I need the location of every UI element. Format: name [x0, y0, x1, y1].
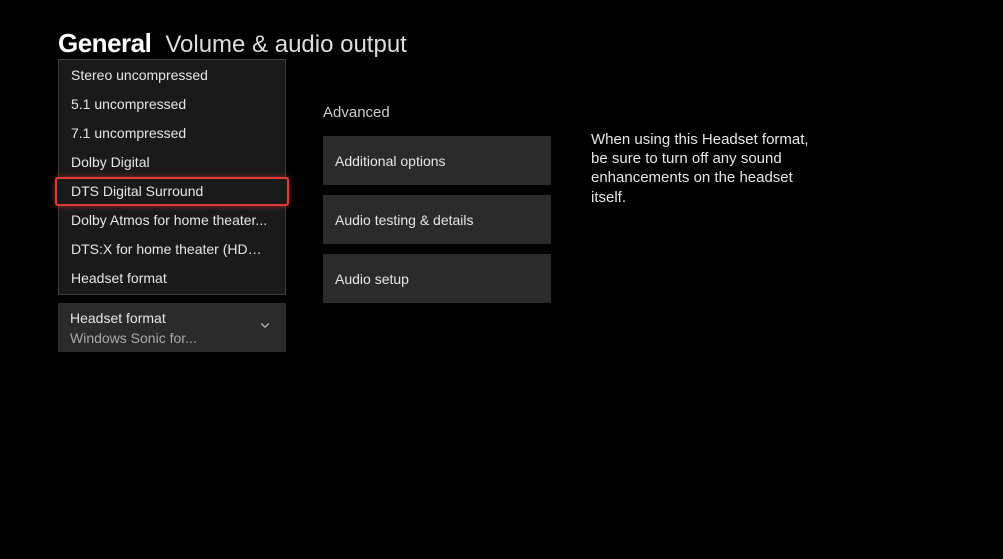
dropdown-item-headset-format[interactable]: Headset format	[59, 264, 285, 293]
hdmi-audio-dropdown[interactable]: Stereo uncompressed 5.1 uncompressed 7.1…	[58, 59, 286, 295]
dropdown-item-dts-digital-surround[interactable]: DTS Digital Surround	[55, 177, 289, 206]
header-general: General	[58, 28, 151, 59]
dropdown-item-dolby-digital[interactable]: Dolby Digital	[59, 148, 285, 177]
dropdown-item-71[interactable]: 7.1 uncompressed	[59, 119, 285, 148]
headset-format-value: Windows Sonic for...	[70, 329, 240, 346]
header-subtitle: Volume & audio output	[165, 31, 407, 59]
dropdown-item-51[interactable]: 5.1 uncompressed	[59, 90, 285, 119]
dropdown-item-stereo[interactable]: Stereo uncompressed	[59, 61, 285, 90]
dropdown-item-dolby-atmos[interactable]: Dolby Atmos for home theater...	[59, 206, 285, 235]
audio-testing-details-button[interactable]: Audio testing & details	[323, 195, 551, 244]
headset-format-title: Headset format	[70, 309, 274, 329]
dropdown-item-dtsx[interactable]: DTS:X for home theater (HDMI...	[59, 235, 285, 264]
advanced-buttons-group: Additional options Audio testing & detai…	[323, 136, 551, 303]
additional-options-button[interactable]: Additional options	[323, 136, 551, 185]
headset-format-select[interactable]: Headset format Windows Sonic for...	[58, 303, 286, 352]
audio-setup-button[interactable]: Audio setup	[323, 254, 551, 303]
page-header: General Volume & audio output	[58, 28, 407, 59]
advanced-label: Advanced	[323, 104, 390, 121]
headset-info-text: When using this Headset format, be sure …	[591, 130, 826, 207]
chevron-down-icon	[258, 318, 272, 337]
